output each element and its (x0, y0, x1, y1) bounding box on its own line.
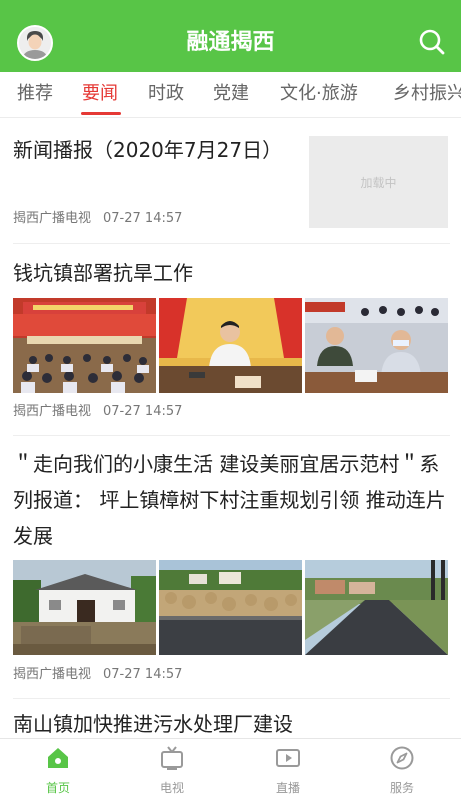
active-tab-indicator (81, 112, 121, 115)
home-icon (48, 748, 68, 768)
news-time: 07-27 14:57 (103, 404, 183, 419)
bottom-navigation: 首页 电视 直播 服务 (0, 738, 461, 800)
tab-headlines[interactable]: 要闻 (82, 81, 118, 107)
tab-culture-tourism[interactable]: 文化·旅游 (280, 81, 358, 107)
news-title: 南山镇加快推进污水处理厂建设 (13, 712, 293, 736)
news-meta: 揭西广播电视 07-27 14:57 (13, 210, 450, 228)
news-item[interactable]: ＂走向我们的小康生活 建设美丽宜居示范村＂系列报道： 坪上镇樟树下村注重规划引领… (13, 446, 450, 554)
nav-label: 首页 (45, 781, 70, 795)
divider (13, 243, 450, 244)
news-time: 07-27 14:57 (103, 667, 183, 682)
tab-rural-revitalization[interactable]: 乡村振兴 (393, 81, 461, 107)
news-item[interactable]: 钱坑镇部署抗旱工作 (13, 255, 450, 291)
tab-politics[interactable]: 时政 (148, 81, 184, 107)
meeting-hall-photo (13, 298, 156, 393)
news-source: 揭西广播电视 (13, 667, 92, 682)
stone-pile-road-photo (159, 560, 302, 655)
search-icon (419, 29, 445, 55)
news-meta: 揭西广播电视 07-27 14:57 (13, 666, 450, 684)
nav-label: 服务 (389, 781, 414, 795)
village-house-photo (13, 560, 156, 655)
nav-tv[interactable]: 电视 (132, 745, 212, 796)
nav-label: 电视 (159, 781, 184, 795)
news-title: 钱坑镇部署抗旱工作 (13, 261, 193, 285)
speaker-at-podium-photo (159, 298, 302, 393)
top-app-bar: 融通揭西 (0, 0, 461, 72)
news-item[interactable]: 新闻播报（2020年7月27日） (13, 132, 293, 168)
tab-recommend[interactable]: 推荐 (17, 81, 53, 107)
nav-live[interactable]: 直播 (248, 745, 328, 796)
tab-party-building[interactable]: 党建 (213, 81, 249, 107)
paved-village-road-photo (305, 560, 448, 655)
news-title: 新闻播报（2020年7月27日） (13, 138, 283, 162)
news-source: 揭西广播电视 (13, 211, 92, 226)
news-title: ＂走向我们的小康生活 建设美丽宜居示范村＂系列报道： 坪上镇樟树下村注重规划引领… (13, 452, 446, 548)
news-image-row (13, 298, 448, 393)
divider (13, 435, 450, 436)
nav-home[interactable]: 首页 (18, 745, 98, 796)
nav-label: 直播 (275, 781, 300, 795)
search-button[interactable] (418, 28, 446, 56)
news-source: 揭西广播电视 (13, 404, 92, 419)
news-time: 07-27 14:57 (103, 211, 183, 226)
news-image-row (13, 560, 448, 655)
loading-text: 加载中 (360, 175, 397, 190)
news-meta: 揭西广播电视 07-27 14:57 (13, 403, 450, 421)
divider (13, 698, 450, 699)
tv-icon (161, 746, 183, 770)
meeting-attendees-photo (305, 298, 448, 393)
compass-icon (390, 746, 414, 770)
live-play-icon (276, 749, 300, 767)
nav-services[interactable]: 服务 (362, 745, 442, 796)
news-item[interactable]: 南山镇加快推进污水处理厂建设 (13, 706, 450, 742)
app-title: 融通揭西 (186, 30, 275, 55)
category-tabs: 推荐 要闻 时政 党建 文化·旅游 乡村振兴 (0, 72, 461, 118)
